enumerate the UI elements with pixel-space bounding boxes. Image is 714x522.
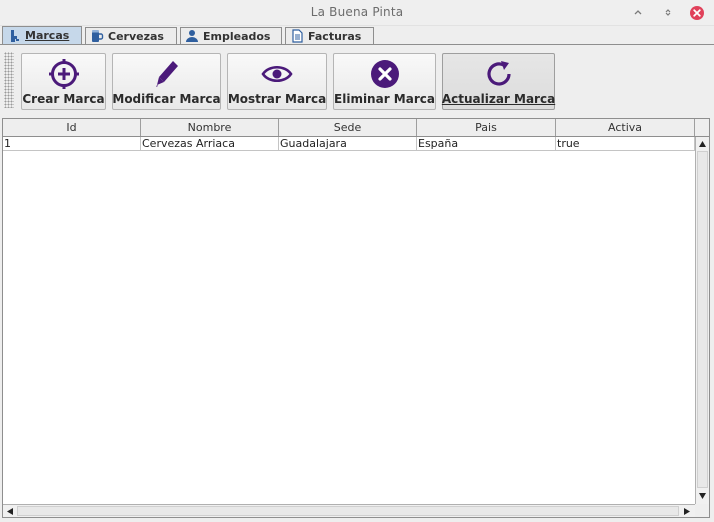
user-icon bbox=[186, 30, 198, 42]
column-header-pais[interactable]: Pais bbox=[417, 119, 556, 136]
tab-label: Marcas bbox=[25, 29, 70, 42]
tab-divider bbox=[0, 44, 714, 45]
beer-tap-icon bbox=[11, 29, 19, 42]
tab-marcas[interactable]: Marcas bbox=[2, 26, 82, 44]
scroll-down-icon[interactable] bbox=[698, 492, 707, 500]
tab-facturas[interactable]: Facturas bbox=[285, 27, 374, 44]
horizontal-scrollbar[interactable] bbox=[3, 504, 695, 517]
table-header: Id Nombre Sede Pais Activa bbox=[3, 119, 695, 137]
app-window: La Buena Pinta Marcas Cervezas Empleados… bbox=[0, 0, 714, 522]
tab-label: Facturas bbox=[308, 29, 362, 43]
marcas-table[interactable]: Id Nombre Sede Pais Activa 1 Cervezas Ar… bbox=[2, 118, 710, 518]
beer-mug-icon bbox=[92, 30, 104, 42]
delete-circle-icon bbox=[370, 60, 399, 88]
button-label: Eliminar Marca bbox=[334, 92, 435, 106]
table-header-corner bbox=[695, 119, 709, 137]
scroll-right-icon[interactable] bbox=[683, 507, 691, 516]
scroll-up-icon[interactable] bbox=[698, 140, 707, 148]
tab-cervezas[interactable]: Cervezas bbox=[85, 27, 177, 44]
button-label: Crear Marca bbox=[22, 92, 105, 106]
modificar-marca-button[interactable]: Modificar Marca bbox=[112, 53, 221, 110]
horizontal-scroll-thumb[interactable] bbox=[17, 506, 679, 516]
title-bar[interactable]: La Buena Pinta bbox=[0, 0, 714, 26]
actualizar-marca-button[interactable]: Actualizar Marca bbox=[442, 53, 555, 110]
button-label: Modificar Marca bbox=[112, 92, 221, 106]
toolbar-grip-handle[interactable] bbox=[4, 52, 14, 108]
tab-empleados[interactable]: Empleados bbox=[180, 27, 282, 44]
scroll-left-icon[interactable] bbox=[6, 507, 14, 516]
table-body: 1 Cervezas Arriaca Guadalajara España tr… bbox=[3, 137, 695, 504]
vertical-scrollbar[interactable] bbox=[695, 137, 709, 504]
column-header-activa[interactable]: Activa bbox=[556, 119, 695, 136]
tab-label: Empleados bbox=[203, 29, 271, 43]
table-cell[interactable]: 1 bbox=[3, 137, 141, 151]
column-header-id[interactable]: Id bbox=[3, 119, 141, 136]
maximize-icon[interactable] bbox=[660, 5, 676, 21]
mostrar-marca-button[interactable]: Mostrar Marca bbox=[227, 53, 327, 110]
add-circle-icon bbox=[48, 59, 79, 89]
eye-icon bbox=[261, 65, 293, 83]
vertical-scroll-thumb[interactable] bbox=[697, 151, 708, 488]
table-cell[interactable]: España bbox=[417, 137, 556, 151]
table-row[interactable]: 1 Cervezas Arriaca Guadalajara España tr… bbox=[3, 137, 695, 151]
tab-label: Cervezas bbox=[108, 29, 164, 43]
minimize-icon[interactable] bbox=[630, 5, 646, 21]
table-cell[interactable]: Guadalajara bbox=[279, 137, 417, 151]
button-label: Mostrar Marca bbox=[227, 92, 327, 106]
table-cell[interactable]: Cervezas Arriaca bbox=[141, 137, 279, 151]
eliminar-marca-button[interactable]: Eliminar Marca bbox=[333, 53, 436, 110]
tab-strip: Marcas Cervezas Empleados Facturas bbox=[0, 26, 714, 44]
document-icon bbox=[292, 29, 303, 43]
window-title: La Buena Pinta bbox=[310, 5, 404, 19]
button-label: Actualizar Marca bbox=[441, 92, 556, 106]
toolbar: Crear Marca Modificar Marca Mostrar Marc… bbox=[2, 50, 710, 112]
crear-marca-button[interactable]: Crear Marca bbox=[21, 53, 106, 110]
column-header-nombre[interactable]: Nombre bbox=[141, 119, 279, 136]
refresh-icon bbox=[486, 61, 511, 86]
table-cell[interactable]: true bbox=[556, 137, 695, 151]
column-header-sede[interactable]: Sede bbox=[279, 119, 417, 136]
close-icon[interactable] bbox=[689, 5, 705, 21]
pencil-icon bbox=[155, 61, 178, 87]
scrollbar-corner bbox=[695, 504, 709, 517]
